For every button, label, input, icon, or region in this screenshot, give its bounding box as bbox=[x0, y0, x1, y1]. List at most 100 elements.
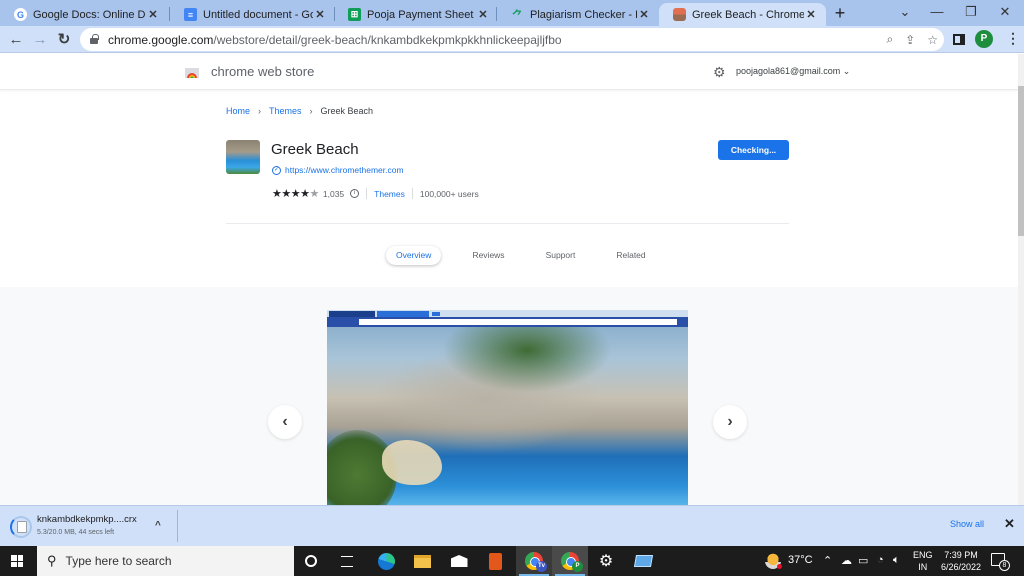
task-view-icon bbox=[341, 555, 353, 567]
search-icon: ⚲ bbox=[47, 553, 57, 568]
close-tab-icon[interactable]: ✕ bbox=[313, 8, 327, 21]
account-menu[interactable]: poojagola861@gmail.com ⌄ bbox=[736, 66, 850, 77]
office-button[interactable] bbox=[477, 546, 513, 576]
volume-icon[interactable]: 🔈︎ bbox=[893, 554, 900, 567]
language-indicator[interactable]: ENG IN bbox=[913, 549, 933, 573]
show-hidden-icons-chevron-icon[interactable]: ⌃ bbox=[823, 554, 832, 567]
remote-desktop-button[interactable] bbox=[625, 546, 661, 576]
star-filled-icon: ★ bbox=[281, 188, 291, 200]
web-page: chrome web store ⚙ poojagola861@gmail.co… bbox=[0, 54, 1018, 505]
close-tab-icon[interactable]: ✕ bbox=[637, 8, 651, 21]
language-code: ENG bbox=[913, 550, 933, 560]
meta-divider bbox=[411, 188, 413, 199]
tab-greek-beach[interactable]: Greek Beach - Chrome Web ✕ bbox=[659, 3, 826, 26]
category-link[interactable]: Themes bbox=[374, 189, 405, 199]
edge-button[interactable] bbox=[368, 546, 404, 576]
forward-button[interactable]: → bbox=[29, 29, 51, 51]
close-tab-icon[interactable]: ✕ bbox=[804, 8, 818, 21]
download-item[interactable]: knkambdkekpmkp....crx 5.3/20.0 MB, 44 se… bbox=[10, 512, 178, 542]
clock-time: 7:39 PM bbox=[944, 550, 978, 560]
settings-gear-icon[interactable]: ⚙ bbox=[713, 64, 726, 81]
cortana-button[interactable] bbox=[293, 546, 329, 576]
tab-plagiarism-checker[interactable]: ⺈ Plagiarism Checker - Free & ✕ bbox=[497, 3, 659, 26]
chevron-left-icon: ‹ bbox=[282, 413, 288, 430]
new-tab-button[interactable]: + bbox=[830, 3, 850, 23]
remote-desktop-icon bbox=[633, 555, 653, 567]
bookmark-star-icon[interactable]: ☆ bbox=[927, 33, 938, 47]
tab-untitled-document[interactable]: ≡ Untitled document - Google ✕ bbox=[170, 3, 335, 26]
reload-button[interactable]: ↻ bbox=[53, 29, 75, 51]
weather-icon[interactable] bbox=[765, 553, 782, 569]
tab-reviews[interactable]: Reviews bbox=[462, 246, 514, 265]
chrome-tv-button[interactable]: Tv bbox=[516, 546, 552, 576]
gallery-next-button[interactable]: › bbox=[713, 405, 747, 439]
reload-icon: ↻ bbox=[57, 31, 71, 48]
address-bar[interactable]: chrome.google.com/webstore/detail/greek-… bbox=[80, 28, 944, 51]
cortana-icon bbox=[305, 555, 317, 567]
windows-start-icon[interactable] bbox=[11, 555, 23, 567]
mail-button[interactable] bbox=[441, 546, 477, 576]
menu-kebab-icon[interactable]: ⋮ bbox=[1006, 30, 1020, 47]
chrome-web-store-logo[interactable] bbox=[185, 65, 199, 78]
add-to-chrome-button[interactable]: Checking... bbox=[718, 140, 789, 160]
folder-icon bbox=[413, 554, 431, 568]
wifi-icon[interactable]: ◔ bbox=[877, 554, 884, 566]
chevron-up-icon[interactable]: ^ bbox=[155, 520, 161, 531]
battery-icon[interactable]: ▭ bbox=[858, 554, 868, 567]
screenshot-gallery: ‹ › bbox=[0, 287, 1018, 505]
back-button[interactable]: ← bbox=[5, 29, 27, 51]
breadcrumb-themes[interactable]: Themes bbox=[269, 106, 302, 116]
edge-icon bbox=[377, 552, 395, 570]
arrow-left-icon: ← bbox=[8, 31, 24, 48]
screenshot-beach bbox=[382, 440, 442, 485]
temperature[interactable]: 37°C bbox=[788, 554, 813, 566]
tab-title: Untitled document - Google bbox=[203, 8, 313, 21]
download-status: 5.3/20.0 MB, 44 secs left bbox=[37, 529, 115, 536]
tab-related[interactable]: Related bbox=[606, 246, 655, 265]
star-filled-icon: ★ bbox=[272, 188, 282, 200]
chevron-right-icon: › bbox=[309, 106, 313, 116]
mail-icon bbox=[450, 555, 468, 567]
onedrive-cloud-icon[interactable]: ☁ bbox=[841, 554, 852, 567]
minimize-button[interactable]: — bbox=[920, 0, 954, 26]
arrow-right-icon: → bbox=[32, 31, 48, 48]
tab-search-button[interactable]: ⌄ bbox=[888, 0, 922, 26]
tab-payment-sheet[interactable]: ⊞ Pooja Payment Sheet - Goog ✕ bbox=[334, 3, 498, 26]
rating-count[interactable]: 1,035 bbox=[323, 189, 344, 199]
chrome-p-button[interactable]: P bbox=[552, 546, 588, 576]
office-icon bbox=[488, 552, 502, 570]
gallery-prev-button[interactable]: ‹ bbox=[268, 405, 302, 439]
windows-taskbar: ⚲ Type here to search Tv P ⚙ 37°C ⌃ ☁ ▭ … bbox=[0, 546, 1024, 576]
taskbar-search-box[interactable]: ⚲ Type here to search bbox=[37, 546, 294, 576]
file-explorer-button[interactable] bbox=[404, 546, 440, 576]
info-icon[interactable]: i bbox=[350, 189, 360, 198]
show-all-downloads-link[interactable]: Show all bbox=[950, 519, 984, 529]
settings-button[interactable]: ⚙ bbox=[588, 546, 624, 576]
close-download-bar-icon[interactable]: ✕ bbox=[1004, 516, 1015, 532]
close-window-button[interactable]: ✕ bbox=[988, 0, 1022, 26]
zoom-icon[interactable]: ⌕ bbox=[886, 32, 893, 47]
restore-button[interactable]: ❐ bbox=[954, 0, 988, 26]
download-progress-file-icon bbox=[10, 516, 32, 538]
tab-google-docs[interactable]: G Google Docs: Online Document ✕ bbox=[0, 3, 168, 26]
account-email: poojagola861@gmail.com bbox=[736, 66, 841, 76]
item-meta: ★★★★★ 1,035 i Themes 100,000+ users bbox=[272, 187, 479, 200]
google-docs-icon: ≡ bbox=[184, 8, 197, 21]
scrollbar-thumb[interactable] bbox=[1018, 86, 1024, 236]
task-view-button[interactable] bbox=[329, 546, 365, 576]
store-title[interactable]: chrome web store bbox=[211, 64, 314, 79]
breadcrumb-home[interactable]: Home bbox=[226, 106, 250, 116]
clock[interactable]: 7:39 PM 6/26/2022 bbox=[940, 549, 982, 573]
page-scrollbar[interactable] bbox=[1018, 54, 1024, 505]
plagiarism-checker-icon: ⺈ bbox=[512, 9, 523, 22]
item-website-link[interactable]: ✓ https://www.chromethemer.com bbox=[272, 165, 404, 175]
side-panel-icon[interactable] bbox=[953, 34, 965, 45]
share-icon[interactable]: ⇪ bbox=[905, 33, 915, 47]
close-tab-icon[interactable]: ✕ bbox=[146, 8, 160, 21]
close-tab-icon[interactable]: ✕ bbox=[476, 8, 490, 21]
region-code: IN bbox=[918, 562, 928, 572]
profile-avatar[interactable]: P bbox=[975, 30, 993, 48]
tab-overview[interactable]: Overview bbox=[386, 246, 442, 265]
star-filled-icon: ★ bbox=[300, 188, 310, 200]
tab-support[interactable]: Support bbox=[536, 246, 586, 265]
